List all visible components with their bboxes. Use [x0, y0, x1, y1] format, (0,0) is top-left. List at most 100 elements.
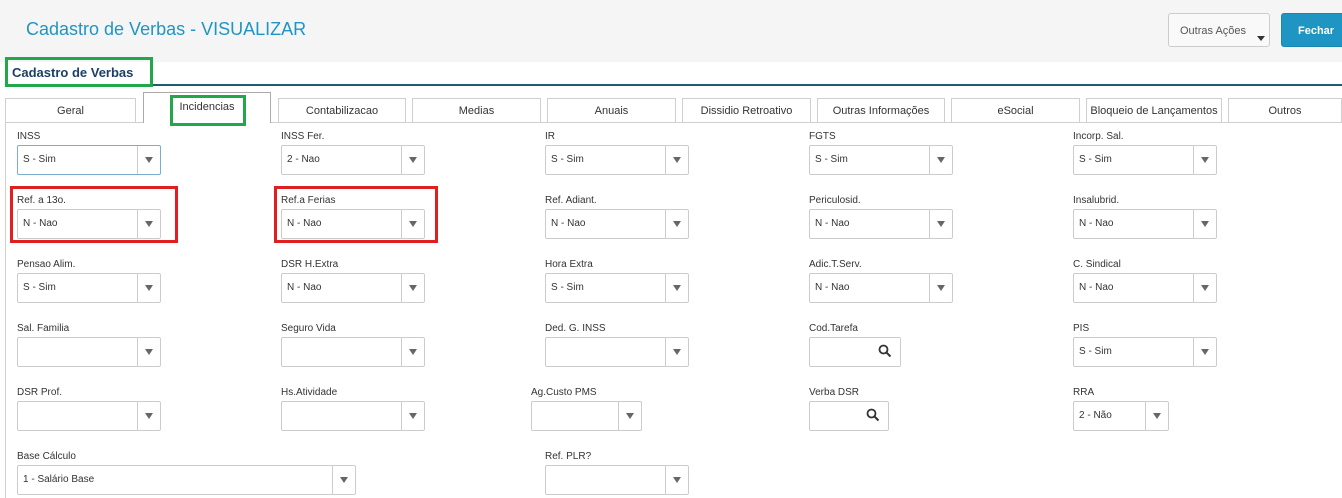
insalubrid-label: Insalubrid. [1073, 195, 1120, 206]
chevron-down-icon[interactable] [1193, 210, 1216, 238]
chevron-down-icon[interactable] [1193, 338, 1216, 366]
chevron-down-icon[interactable] [665, 338, 688, 366]
tab-incidencias[interactable]: Incidencias [143, 92, 271, 123]
outras-acoes-button[interactable]: Outras Ações [1168, 13, 1270, 47]
panel-border [5, 122, 6, 498]
periculosid-label: Periculosid. [809, 195, 861, 206]
insalubrid-select[interactable]: N - Nao [1073, 209, 1217, 239]
periculosid-select[interactable]: N - Nao [809, 209, 953, 239]
tab-label: Dissidio Retroativo [700, 105, 793, 117]
tab-geral[interactable]: Geral [5, 98, 136, 122]
chevron-down-icon[interactable] [665, 210, 688, 238]
rra-select[interactable]: 2 - Não [1073, 401, 1169, 431]
cod-tarefa-lookup[interactable] [809, 337, 901, 367]
chevron-down-icon[interactable] [137, 402, 160, 430]
cod-tarefa-label: Cod.Tarefa [809, 323, 858, 334]
fgts-value: S - Sim [815, 154, 848, 165]
chevron-down-icon[interactable] [401, 402, 424, 430]
inss-select[interactable]: S - Sim [17, 145, 161, 175]
rra-value: 2 - Não [1079, 410, 1112, 421]
tab-label: Anuais [594, 105, 629, 117]
chevron-down-icon[interactable] [137, 274, 160, 302]
fechar-button[interactable]: Fechar [1281, 13, 1342, 47]
chevron-down-icon[interactable] [618, 402, 641, 430]
chevron-down-icon[interactable] [401, 146, 424, 174]
ref-adiant-value: N - Nao [551, 218, 586, 229]
hs-atividade-select[interactable] [281, 401, 425, 431]
hora-extra-label: Hora Extra [545, 259, 593, 270]
ded-g-inss-label: Ded. G. INSS [545, 323, 606, 334]
ref-ferias-select[interactable]: N - Nao [281, 209, 425, 239]
outras-acoes-label: Outras Ações [1180, 25, 1247, 37]
inss-label: INSS [17, 131, 41, 142]
adic-tserv-select[interactable]: N - Nao [809, 273, 953, 303]
incorp-sal-label: Incorp. Sal. [1073, 131, 1124, 142]
chevron-down-icon[interactable] [401, 274, 424, 302]
chevron-down-icon[interactable] [929, 274, 952, 302]
ref-13o-label: Ref. a 13o. [17, 195, 66, 206]
search-icon[interactable] [866, 408, 880, 422]
periculosid-value: N - Nao [815, 218, 850, 229]
pis-select[interactable]: S - Sim [1073, 337, 1217, 367]
search-icon[interactable] [878, 344, 892, 358]
tab-bloqueio-lancamentos[interactable]: Bloqueio de Lançamentos [1086, 98, 1222, 122]
incorp-sal-select[interactable]: S - Sim [1073, 145, 1217, 175]
tab-label: eSocial [997, 105, 1034, 117]
tab-outras-informacoes[interactable]: Outras Informações [817, 98, 945, 122]
ref-adiant-label: Ref. Adiant. [545, 195, 597, 206]
chevron-down-icon[interactable] [665, 146, 688, 174]
dsr-hextra-select[interactable]: N - Nao [281, 273, 425, 303]
chevron-down-icon[interactable] [1193, 274, 1216, 302]
chevron-down-icon[interactable] [1193, 146, 1216, 174]
c-sindical-value: N - Nao [1079, 282, 1114, 293]
hora-extra-select[interactable]: S - Sim [545, 273, 689, 303]
hora-extra-value: S - Sim [551, 282, 584, 293]
tab-outros[interactable]: Outros [1228, 98, 1342, 122]
chevron-down-icon[interactable] [665, 274, 688, 302]
inss-fer-select[interactable]: 2 - Nao [281, 145, 425, 175]
tab-label: Incidencias [179, 101, 235, 113]
dsr-prof-select[interactable] [17, 401, 161, 431]
tab-anuais[interactable]: Anuais [547, 98, 676, 122]
fgts-select[interactable]: S - Sim [809, 145, 953, 175]
chevron-down-icon[interactable] [665, 466, 688, 494]
chevron-down-icon[interactable] [401, 210, 424, 238]
pensao-alim-select[interactable]: S - Sim [17, 273, 161, 303]
chevron-down-icon[interactable] [332, 466, 355, 494]
tab-esocial[interactable]: eSocial [951, 98, 1080, 122]
fechar-label: Fechar [1298, 25, 1335, 37]
ref-13o-select[interactable]: N - Nao [17, 209, 161, 239]
chevron-down-icon[interactable] [1145, 402, 1168, 430]
base-calculo-label: Base Cálculo [17, 451, 76, 462]
ded-g-inss-select[interactable] [545, 337, 689, 367]
tab-contabilizacao[interactable]: Contabilizacao [278, 98, 406, 122]
tab-medias[interactable]: Medias [412, 98, 541, 122]
base-calculo-value: 1 - Salário Base [23, 474, 95, 485]
chevron-down-icon[interactable] [401, 338, 424, 366]
verba-dsr-lookup[interactable] [809, 401, 889, 431]
section-title: Cadastro de Verbas [12, 65, 134, 80]
base-calculo-select[interactable]: 1 - Salário Base [17, 465, 356, 495]
seguro-vida-select[interactable] [281, 337, 425, 367]
chevron-down-icon[interactable] [137, 210, 160, 238]
chevron-down-icon[interactable] [929, 210, 952, 238]
section-divider [5, 84, 1342, 86]
ag-custo-pms-select[interactable] [531, 401, 642, 431]
tab-label: Outros [1268, 105, 1302, 117]
chevron-down-icon[interactable] [137, 338, 160, 366]
ref-adiant-select[interactable]: N - Nao [545, 209, 689, 239]
ir-select[interactable]: S - Sim [545, 145, 689, 175]
pensao-alim-label: Pensao Alim. [17, 259, 76, 270]
incorp-sal-value: S - Sim [1079, 154, 1112, 165]
chevron-down-icon[interactable] [137, 146, 160, 174]
dsr-hextra-label: DSR H.Extra [281, 259, 339, 270]
page-header: Cadastro de Verbas - VISUALIZAR Outras A… [0, 0, 1342, 62]
inss-fer-label: INSS Fer. [281, 131, 325, 142]
chevron-down-icon[interactable] [929, 146, 952, 174]
tab-dissidio-retroativo[interactable]: Dissidio Retroativo [682, 98, 811, 122]
c-sindical-select[interactable]: N - Nao [1073, 273, 1217, 303]
pis-label: PIS [1073, 323, 1090, 334]
sal-familia-select[interactable] [17, 337, 161, 367]
inss-value: S - Sim [23, 154, 56, 165]
ref-plr-select[interactable] [545, 465, 689, 495]
